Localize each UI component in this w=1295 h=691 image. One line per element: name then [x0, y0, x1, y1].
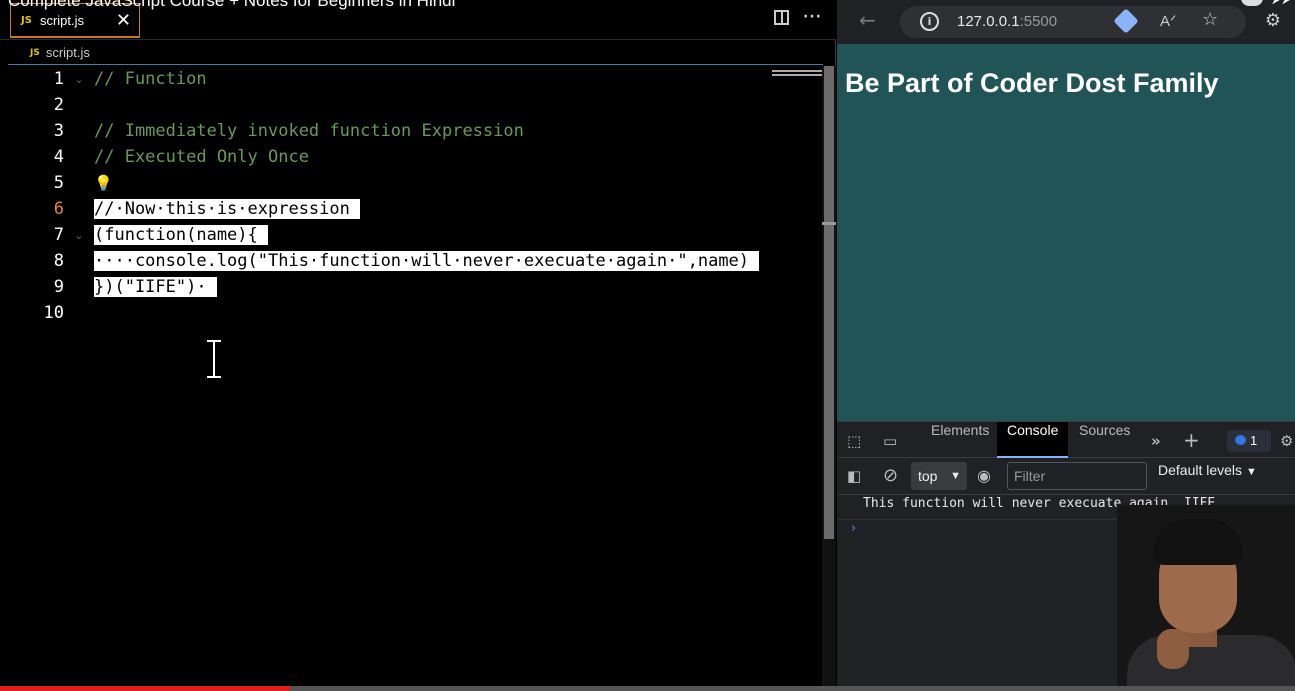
- dropdown-icon: ▼: [950, 470, 961, 482]
- selected-code-text: ····console.log("This·function·will·neve…: [94, 251, 760, 271]
- editor-scrollbar[interactable]: [822, 66, 836, 691]
- extensions-icon[interactable]: ⚙: [1265, 10, 1281, 31]
- more-actions-icon[interactable]: ···: [803, 10, 822, 25]
- page-viewport: Be Part of Coder Dost Family: [837, 44, 1295, 421]
- code-editor: JS script.js ✕ ··· JS script.js 1 ⌄// Fun…: [0, 0, 836, 691]
- lightbulb-icon[interactable]: 💡: [94, 174, 113, 192]
- selected-code-text: //·Now·this·is·expression: [94, 199, 360, 219]
- log-levels-select[interactable]: Default levels ▼: [1158, 462, 1257, 490]
- line-number: 9: [53, 277, 64, 297]
- presenter-webcam: [1117, 505, 1295, 691]
- issues-badge[interactable]: 1: [1227, 430, 1271, 452]
- sidebar-toggle-icon[interactable]: ◧: [847, 467, 861, 485]
- js-file-icon: JS: [30, 47, 40, 58]
- tab-elements[interactable]: Elements: [921, 422, 999, 458]
- split-editor-icon[interactable]: [774, 10, 790, 25]
- line-number: 10: [43, 303, 64, 323]
- line-number: 3: [53, 121, 64, 141]
- tab-sources[interactable]: Sources: [1069, 422, 1140, 458]
- line-number: 1: [53, 69, 64, 89]
- more-tabs-icon[interactable]: »: [1151, 432, 1161, 450]
- selected-code-text: })("IIFE")·: [94, 277, 217, 297]
- share-icon[interactable]: ⮞⮞: [1273, 0, 1293, 6]
- video-title: Complete JavaScript Course + Notes for B…: [8, 0, 456, 10]
- read-aloud-icon[interactable]: Aᐟ: [1160, 12, 1176, 30]
- scrollbar-thumb[interactable]: [824, 66, 834, 539]
- video-progress-played: [0, 686, 291, 691]
- code-line[interactable]: 3 // Immediately invoked function Express…: [0, 118, 822, 144]
- tab-label: script.js: [39, 12, 84, 28]
- live-expression-eye-icon[interactable]: ◉: [977, 466, 991, 485]
- breadcrumb: JS script.js: [30, 45, 90, 60]
- editor-actions: ···: [774, 10, 822, 25]
- page-heading: Be Part of Coder Dost Family: [845, 68, 1219, 98]
- message-icon: [1235, 435, 1246, 445]
- close-icon[interactable]: ✕: [116, 10, 131, 31]
- fold-chevron-icon[interactable]: ⌄: [64, 229, 94, 242]
- context-select[interactable]: top ▼: [911, 462, 967, 490]
- add-tab-icon[interactable]: +: [1183, 428, 1200, 452]
- code-line[interactable]: 5 💡: [0, 170, 822, 196]
- clear-console-icon[interactable]: ⊘: [883, 465, 898, 486]
- line-number: 6: [53, 199, 64, 219]
- address-bar: ← i 127.0.0.1:5500 Aᐟ ☆ ⚙: [837, 0, 1295, 44]
- tag-icon[interactable]: [1113, 8, 1139, 34]
- devtools-tabbar: ⬚ ▭ Elements Console Sources » + 1 ⚙: [837, 422, 1295, 458]
- line-number: 7: [53, 225, 64, 245]
- video-controls: ⮞⮞: [1240, 0, 1293, 6]
- line-number: 8: [53, 251, 64, 271]
- code-line[interactable]: 10: [0, 300, 822, 326]
- device-toolbar-icon[interactable]: ▭: [883, 432, 897, 450]
- url-text[interactable]: 127.0.0.1:5500: [957, 13, 1057, 30]
- js-file-icon: JS: [21, 14, 32, 26]
- breadcrumb-file[interactable]: script.js: [46, 45, 90, 60]
- fold-chevron-icon[interactable]: ⌄: [64, 73, 94, 86]
- code-text: // Immediately invoked function Expressi…: [94, 121, 524, 141]
- code-text: // Executed Only Once: [94, 147, 309, 167]
- favorite-star-icon[interactable]: ☆: [1202, 9, 1218, 30]
- settings-gear-icon[interactable]: ⚙: [1280, 432, 1293, 450]
- console-filter-input[interactable]: [1007, 462, 1147, 490]
- line-number: 4: [53, 147, 64, 167]
- video-progress-bar[interactable]: [0, 686, 1295, 691]
- code-line[interactable]: 9 })("IIFE")·: [0, 274, 822, 300]
- code-line[interactable]: 7 ⌄ (function(name){: [0, 222, 822, 248]
- code-line[interactable]: 8 ····console.log("This·function·will·nev…: [0, 248, 822, 274]
- code-line[interactable]: 6 //·Now·this·is·expression: [0, 196, 822, 222]
- line-number: 2: [53, 95, 64, 115]
- scrollbar-marker: [822, 222, 836, 225]
- console-prompt[interactable]: ›: [851, 521, 856, 536]
- code-line[interactable]: 4 // Executed Only Once: [0, 144, 822, 170]
- code-area[interactable]: 1 ⌄// Function 2 3// Immediately invoked fu…: [0, 66, 822, 326]
- code-text: // Function: [94, 69, 207, 89]
- selected-code-text: (function(name){: [94, 225, 268, 245]
- tab-console[interactable]: Console: [997, 422, 1069, 458]
- dropdown-icon: ▼: [1246, 466, 1257, 478]
- line-number: 5: [53, 173, 64, 193]
- avatar-icon[interactable]: [1240, 0, 1263, 6]
- inspect-element-icon[interactable]: ⬚: [847, 432, 861, 450]
- back-arrow-icon[interactable]: ←: [859, 8, 876, 32]
- code-line[interactable]: 1 ⌄// Function: [0, 66, 822, 92]
- text-cursor-icon: [205, 340, 223, 378]
- breadcrumb-divider: [8, 64, 823, 65]
- info-icon[interactable]: i: [920, 12, 939, 31]
- minimap[interactable]: [772, 70, 822, 80]
- code-line[interactable]: 2: [0, 92, 822, 118]
- url-box[interactable]: i 127.0.0.1:5500 Aᐟ ☆: [900, 6, 1246, 38]
- console-toolbar: ◧ ⊘ top▼ ◉ Default levels▼: [837, 459, 1295, 495]
